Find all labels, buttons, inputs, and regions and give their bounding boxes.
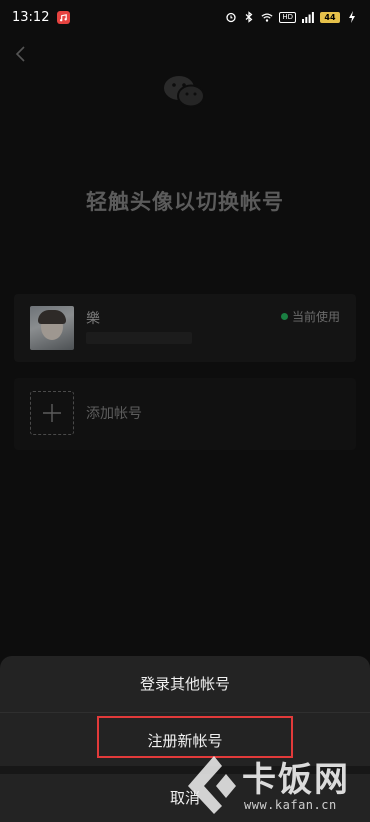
current-status-label: 当前使用 <box>291 310 340 324</box>
avatar[interactable] <box>30 306 74 350</box>
bluetooth-icon <box>243 11 255 23</box>
avatar-hair <box>38 310 66 324</box>
signal-icon <box>302 11 314 23</box>
wechat-logo-icon <box>162 74 208 110</box>
watermark-url: www.kafan.cn <box>244 798 337 812</box>
kafan-logo-icon <box>188 756 236 814</box>
watermark: 卡饭网 www.kafan.cn <box>182 748 370 820</box>
account-name: 樂 <box>86 311 100 327</box>
account-card-current[interactable]: 樂 当前使用 <box>14 294 356 362</box>
clock: 13:12 <box>12 9 50 25</box>
status-bar: 13:12 HD 44 <box>0 0 370 34</box>
battery-indicator: 44 <box>320 11 340 23</box>
add-account-card[interactable]: 添加帐号 <box>14 378 356 450</box>
app-notification-icon <box>57 10 71 24</box>
wifi-icon <box>261 11 273 23</box>
status-right: HD 44 <box>225 11 358 23</box>
back-arrow-icon <box>15 46 25 62</box>
watermark-brand: 卡饭网 <box>242 760 350 800</box>
alarm-icon <box>225 11 237 23</box>
back-button[interactable] <box>10 44 30 64</box>
page-title: 轻触头像以切换帐号 <box>86 190 284 214</box>
hd-badge: HD <box>279 11 296 23</box>
status-dot-icon <box>280 313 288 320</box>
current-account-indicator: 当前使用 <box>280 308 340 325</box>
login-other-account-button[interactable]: 登录其他帐号 <box>0 656 370 712</box>
charging-icon <box>346 11 358 23</box>
add-account-label: 添加帐号 <box>86 406 142 422</box>
plus-icon[interactable] <box>30 391 74 435</box>
status-left: 13:12 <box>12 9 71 25</box>
account-id-masked <box>86 332 192 344</box>
